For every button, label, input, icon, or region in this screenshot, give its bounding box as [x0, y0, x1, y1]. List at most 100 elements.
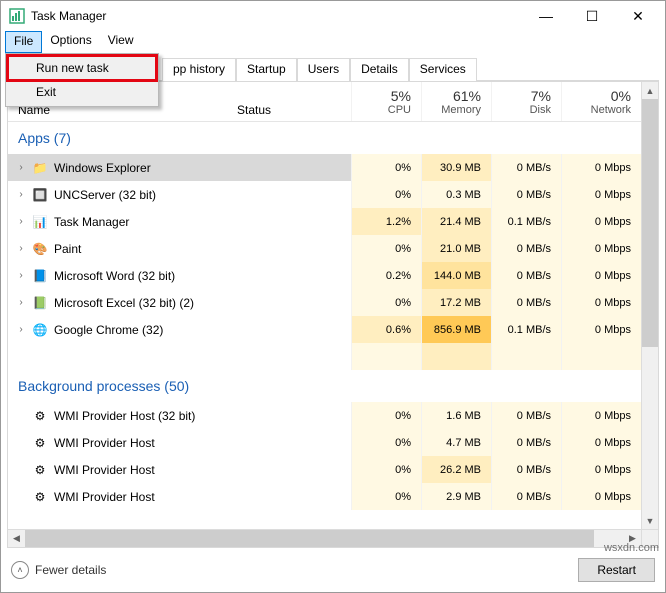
- process-name: UNCServer (32 bit): [54, 188, 156, 202]
- tab-users[interactable]: Users: [297, 58, 350, 81]
- process-icon: ⚙: [32, 408, 48, 424]
- scroll-left-button[interactable]: ◀: [8, 530, 25, 547]
- menu-file[interactable]: File: [5, 31, 42, 53]
- close-button[interactable]: ✕: [615, 1, 661, 31]
- group-apps[interactable]: Apps (7): [8, 122, 658, 154]
- memory-cell: 21.0 MB: [421, 235, 491, 262]
- table-row[interactable]: ›🔲UNCServer (32 bit)0%0.3 MB0 MB/s0 Mbps: [8, 181, 658, 208]
- minimize-button[interactable]: —: [523, 1, 569, 31]
- status-cell: [233, 262, 351, 289]
- table-row[interactable]: ⚙WMI Provider Host0%2.9 MB0 MB/s0 Mbps: [8, 483, 658, 510]
- name-cell: › 📁 Windows Explorer: [8, 154, 233, 181]
- memory-cell: 1.6 MB: [421, 402, 491, 429]
- name-cell: ›📊Task Manager: [8, 208, 233, 235]
- col-disk-header[interactable]: 7% Disk: [491, 82, 561, 121]
- process-name: Task Manager: [54, 215, 129, 229]
- process-name: Windows Explorer: [54, 161, 151, 175]
- scroll-up-button[interactable]: ▲: [642, 82, 658, 99]
- disk-cell: 0 MB/s: [491, 154, 561, 181]
- table-row[interactable]: ⚙WMI Provider Host0%4.7 MB0 MB/s0 Mbps: [8, 429, 658, 456]
- status-cell: [233, 483, 351, 510]
- network-cell: 0 Mbps: [561, 402, 641, 429]
- restart-button[interactable]: Restart: [578, 558, 655, 582]
- expand-icon[interactable]: ›: [16, 270, 26, 281]
- fewer-details-button[interactable]: ˄ Fewer details: [11, 561, 106, 579]
- cpu-percent-header: 5%: [391, 88, 411, 104]
- vertical-scrollbar[interactable]: ▲ ▼: [641, 82, 658, 529]
- network-percent-header: 0%: [611, 88, 631, 104]
- network-cell: 0 Mbps: [561, 208, 641, 235]
- horizontal-scrollbar[interactable]: ◀ ▶: [8, 529, 641, 547]
- scroll-thumb[interactable]: [642, 99, 658, 347]
- expand-icon[interactable]: ›: [16, 297, 26, 308]
- menu-run-new-task[interactable]: Run new task: [8, 56, 156, 80]
- menu-options[interactable]: Options: [42, 31, 99, 53]
- network-cell: 0 Mbps: [561, 289, 641, 316]
- status-cell: [233, 181, 351, 208]
- disk-cell: 0 MB/s: [491, 483, 561, 510]
- process-table: Apps (7)›📁Windows Explorer0%30.9 MB0 MB/…: [8, 122, 658, 547]
- expand-icon[interactable]: ›: [16, 324, 26, 335]
- process-icon: 📘: [32, 268, 48, 284]
- expand-icon[interactable]: ›: [16, 243, 26, 254]
- memory-cell: 4.7 MB: [421, 429, 491, 456]
- table-row[interactable]: ›📊Task Manager1.2%21.4 MB0.1 MB/s0 Mbps: [8, 208, 658, 235]
- disk-cell: 0 MB/s: [491, 402, 561, 429]
- table-row[interactable]: ⚙WMI Provider Host (32 bit)0%1.6 MB0 MB/…: [8, 402, 658, 429]
- name-cell: › 🎨 Paint: [8, 235, 233, 262]
- memory-label: Memory: [441, 104, 481, 116]
- table-row[interactable]: ›🎨Paint0%21.0 MB0 MB/s0 Mbps: [8, 235, 658, 262]
- cpu-cell: 0%: [351, 402, 421, 429]
- tab-app-history[interactable]: pp history: [162, 58, 236, 81]
- hscroll-thumb[interactable]: [25, 530, 594, 547]
- memory-cell: 144.0 MB: [421, 262, 491, 289]
- table-row[interactable]: ›📗Microsoft Excel (32 bit) (2)0%17.2 MB0…: [8, 289, 658, 316]
- menu-exit[interactable]: Exit: [8, 80, 156, 104]
- content-area: Name Status 5% CPU 61% Memory 7% Disk 0%…: [7, 81, 659, 548]
- maximize-button[interactable]: ☐: [569, 1, 615, 31]
- network-cell: 0 Mbps: [561, 154, 641, 181]
- table-row[interactable]: ⚙WMI Provider Host0%26.2 MB0 MB/s0 Mbps: [8, 456, 658, 483]
- tab-details[interactable]: Details: [350, 58, 409, 81]
- process-icon: 🎨: [32, 241, 48, 257]
- table-row[interactable]: ›📘Microsoft Word (32 bit)0.2%144.0 MB0 M…: [8, 262, 658, 289]
- status-cell: [233, 429, 351, 456]
- disk-cell: 0.1 MB/s: [491, 208, 561, 235]
- disk-cell: 0 MB/s: [491, 289, 561, 316]
- tab-startup[interactable]: Startup: [236, 58, 297, 81]
- network-cell: 0 Mbps: [561, 456, 641, 483]
- tab-services[interactable]: Services: [409, 58, 477, 81]
- scroll-down-button[interactable]: ▼: [642, 512, 658, 529]
- cpu-cell: 1.2%: [351, 208, 421, 235]
- name-cell: ›🌐Google Chrome (32): [8, 316, 233, 343]
- process-name: WMI Provider Host: [54, 463, 155, 477]
- cpu-cell: 0%: [351, 456, 421, 483]
- network-cell: 0 Mbps: [561, 429, 641, 456]
- cpu-cell: 0%: [351, 289, 421, 316]
- status-cell: [233, 154, 351, 181]
- name-cell: ⚙WMI Provider Host: [8, 456, 233, 483]
- name-cell: ›📘Microsoft Word (32 bit): [8, 262, 233, 289]
- disk-cell: 0 MB/s: [491, 262, 561, 289]
- watermark: wsxdn.com: [604, 542, 659, 554]
- disk-cell: 0 MB/s: [491, 181, 561, 208]
- expand-icon[interactable]: ›: [16, 216, 26, 227]
- cpu-cell: 0%: [351, 181, 421, 208]
- process-name: Google Chrome (32): [54, 323, 163, 337]
- col-status-header[interactable]: Status: [233, 82, 351, 121]
- process-name: Paint: [54, 242, 81, 256]
- col-cpu-header[interactable]: 5% CPU: [351, 82, 421, 121]
- expand-icon[interactable]: ›: [16, 189, 26, 200]
- disk-cell: 0 MB/s: [491, 429, 561, 456]
- table-row[interactable]: ›🌐Google Chrome (32)0.6%856.9 MB0.1 MB/s…: [8, 316, 658, 343]
- memory-cell: 30.9 MB: [421, 154, 491, 181]
- col-memory-header[interactable]: 61% Memory: [421, 82, 491, 121]
- name-cell: ›🔲UNCServer (32 bit): [8, 181, 233, 208]
- table-row[interactable]: ›📁Windows Explorer0%30.9 MB0 MB/s0 Mbps: [8, 154, 658, 181]
- expand-icon[interactable]: ›: [16, 162, 26, 173]
- process-icon: 📁: [32, 160, 48, 176]
- network-cell: 0 Mbps: [561, 262, 641, 289]
- group-background[interactable]: Background processes (50): [8, 370, 658, 402]
- menu-view[interactable]: View: [100, 31, 142, 53]
- col-network-header[interactable]: 0% Network: [561, 82, 641, 121]
